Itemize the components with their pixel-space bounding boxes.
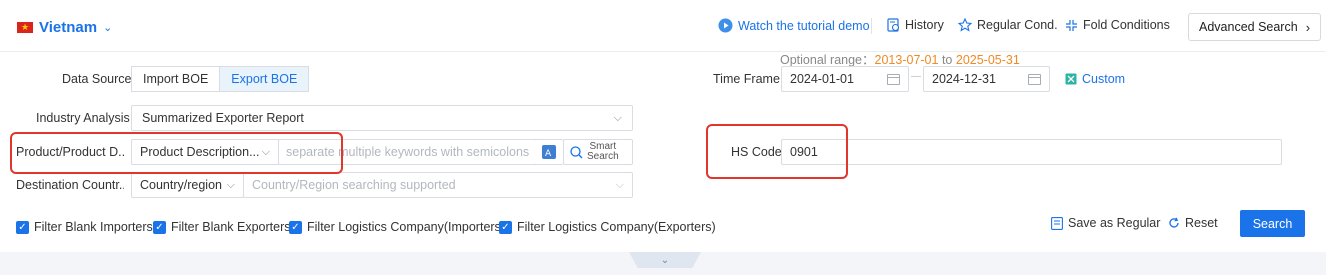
range-prefix: Optional range： xyxy=(780,53,875,67)
time-frame-label: Time Frame xyxy=(713,72,780,86)
play-circle-icon xyxy=(718,18,733,33)
calendar-icon xyxy=(1028,73,1041,85)
chevron-down-icon: ⌵ xyxy=(226,178,235,191)
range-to: to xyxy=(941,53,953,67)
translate-icon: A xyxy=(542,145,556,159)
hs-code-input[interactable]: 0901 xyxy=(781,139,1282,165)
search-icon xyxy=(570,145,583,158)
start-date-input[interactable]: 2024-01-01 xyxy=(781,66,909,92)
industry-analysis-select[interactable]: Summarized Exporter Report ⌵ xyxy=(131,105,633,131)
regular-cond-label: Regular Cond. xyxy=(977,18,1058,32)
history-button[interactable]: History xyxy=(887,18,944,32)
highlight-product xyxy=(10,132,343,174)
advanced-search-button[interactable]: Advanced Search › xyxy=(1188,13,1322,41)
chevron-down-icon: ⌵ xyxy=(613,111,622,124)
checkbox-checked-icon: ✓ xyxy=(153,220,166,234)
advanced-search-label: Advanced Search xyxy=(1199,20,1298,34)
filter-blank-exporters[interactable]: ✓ Filter Blank Exporters xyxy=(153,220,290,234)
calendar-icon xyxy=(887,73,900,85)
translate-button[interactable]: A xyxy=(535,139,563,165)
fold-conditions-label: Fold Conditions xyxy=(1083,18,1170,32)
import-boe-option[interactable]: Import BOE xyxy=(131,66,221,92)
tutorial-label: Watch the tutorial demo xyxy=(738,18,870,33)
date-separator: — xyxy=(911,71,921,82)
checkbox-checked-icon: ✓ xyxy=(289,220,302,234)
filter-blank-importers[interactable]: ✓ Filter Blank Importers xyxy=(16,220,153,234)
tutorial-link[interactable]: Watch the tutorial demo xyxy=(718,18,870,33)
history-label: History xyxy=(905,18,944,32)
data-source-toggle: Import BOE Export BOE xyxy=(131,66,310,92)
custom-button[interactable]: Custom xyxy=(1065,72,1125,86)
reset-label: Reset xyxy=(1185,216,1218,230)
destination-type-select[interactable]: Country/region ⌵ xyxy=(131,172,244,198)
checkbox-checked-icon: ✓ xyxy=(499,220,512,234)
industry-analysis-label: Industry Analysis xyxy=(36,111,130,125)
collapse-toggle[interactable]: ⌄ xyxy=(629,252,701,268)
chevron-down-icon: ⌄ xyxy=(103,22,113,34)
filter-label: Filter Logistics Company(Exporters) xyxy=(517,220,716,234)
reset-button[interactable]: Reset xyxy=(1168,216,1218,230)
start-date-value: 2024-01-01 xyxy=(790,72,854,86)
vietnam-flag-icon: ★ xyxy=(17,22,33,33)
save-as-regular-button[interactable]: Save as Regular xyxy=(1051,216,1160,230)
save-icon xyxy=(1051,216,1063,230)
end-date-input[interactable]: 2024-12-31 xyxy=(923,66,1050,92)
svg-text:A: A xyxy=(545,149,552,159)
smart-search-button[interactable]: Smart Search xyxy=(563,139,633,165)
country-selector[interactable]: ★ Vietnam ⌄ xyxy=(17,19,112,36)
smart-search-label: Smart Search xyxy=(587,142,619,162)
country-name: Vietnam xyxy=(39,19,98,36)
fold-conditions-button[interactable]: Fold Conditions xyxy=(1065,18,1170,32)
end-date-value: 2024-12-31 xyxy=(932,72,996,86)
chevron-down-icon: ⌵ xyxy=(615,178,624,191)
chevron-right-icon: › xyxy=(1305,19,1311,35)
chevron-down-icon: ⌄ xyxy=(660,254,670,266)
filter-label: Filter Logistics Company(Importers) xyxy=(307,220,505,234)
industry-analysis-value: Summarized Exporter Report xyxy=(142,111,304,125)
search-panel: ★ Vietnam ⌄ Watch the tutorial demo Hist… xyxy=(0,0,1326,252)
destination-type-value: Country/region xyxy=(140,178,222,192)
custom-icon xyxy=(1065,73,1077,85)
regular-cond-button[interactable]: Regular Cond. xyxy=(958,18,1058,32)
filter-label: Filter Blank Exporters xyxy=(171,220,291,234)
destination-country-input[interactable]: Country/Region searching supported ⌵ xyxy=(243,172,633,198)
search-button[interactable]: Search xyxy=(1240,210,1305,237)
range-end: 2025-05-31 xyxy=(955,53,1020,67)
highlight-hs-code xyxy=(706,124,848,179)
export-boe-option[interactable]: Export BOE xyxy=(220,66,310,92)
star-icon xyxy=(958,18,972,32)
checkbox-checked-icon: ✓ xyxy=(16,220,29,234)
history-icon xyxy=(887,18,900,32)
range-start: 2013-07-01 xyxy=(874,53,939,67)
filter-logistics-importers[interactable]: ✓ Filter Logistics Company(Importers) xyxy=(289,220,505,234)
reset-icon xyxy=(1169,217,1179,228)
custom-label: Custom xyxy=(1082,72,1126,86)
data-source-label: Data Source xyxy=(62,72,132,86)
destination-label: Destination Countr... xyxy=(16,178,124,192)
save-as-regular-label: Save as Regular xyxy=(1068,216,1161,230)
filter-logistics-exporters[interactable]: ✓ Filter Logistics Company(Exporters) xyxy=(499,220,716,234)
smart-search-line2: Search xyxy=(587,151,619,162)
fold-icon xyxy=(1066,19,1077,31)
filter-label: Filter Blank Importers xyxy=(34,220,153,234)
destination-placeholder: Country/Region searching supported xyxy=(252,178,456,192)
